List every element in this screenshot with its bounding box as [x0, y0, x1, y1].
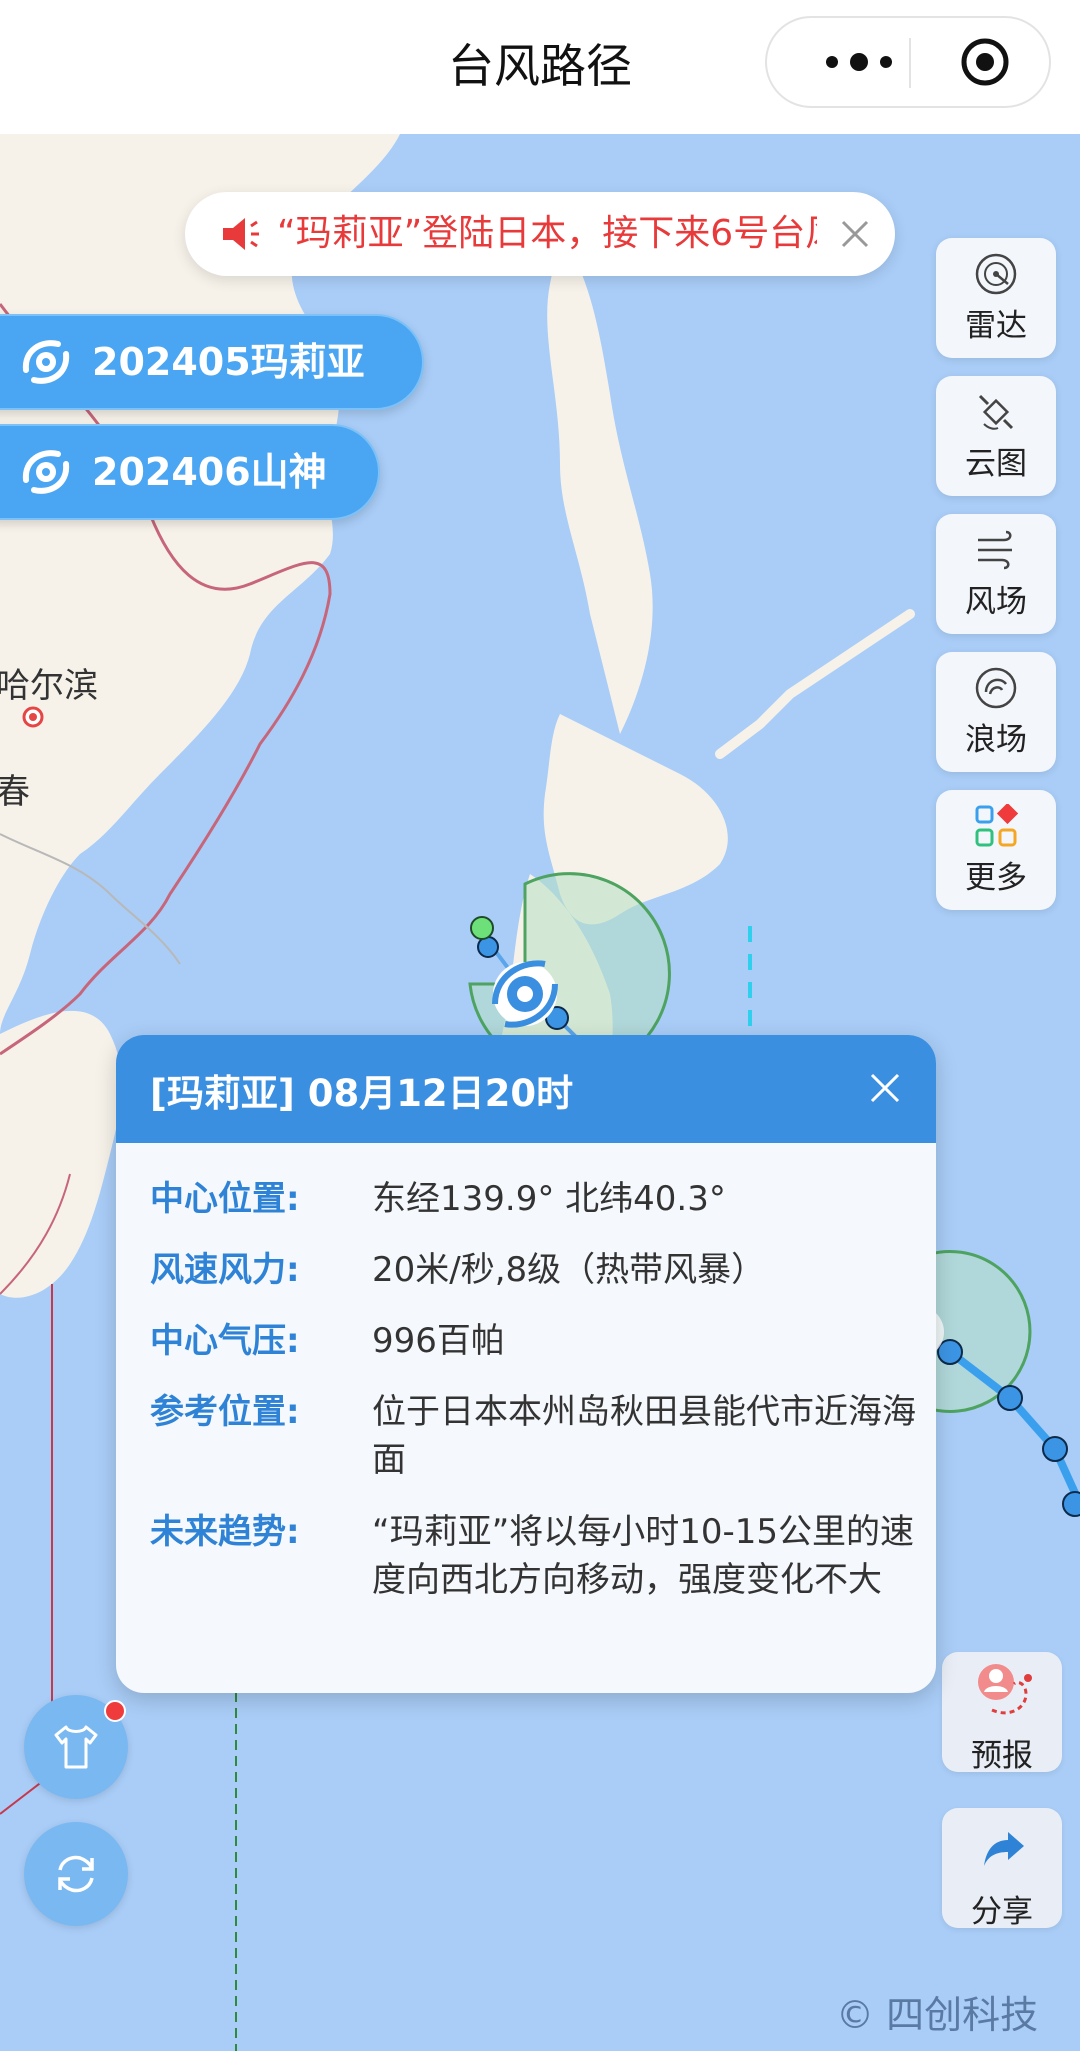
card-title: [玛莉亚] 08月12日20时: [150, 1072, 574, 1115]
tshirt-icon: [54, 1725, 98, 1769]
refresh-button[interactable]: [24, 1822, 128, 1926]
wave-icon: [975, 667, 1017, 709]
info-key: 未来趋势:: [150, 1512, 300, 1552]
typhoon-pill-shanshen[interactable]: 202406山神: [0, 424, 380, 520]
more-menu-button[interactable]: [809, 18, 909, 106]
info-value: 东经139.9° 北纬40.3°: [372, 1179, 726, 1219]
typhoon-info-card: [玛莉亚] 08月12日20时 中心位置: 东经139.9° 北纬40.3° 风…: [116, 1035, 936, 1693]
cloud-image-button[interactable]: 云图: [936, 376, 1056, 496]
radar-button[interactable]: 雷达: [936, 238, 1056, 358]
info-value: 位于日本本州岛秋田县能代市近海海面: [372, 1392, 916, 1480]
tool-label: 更多: [965, 860, 1027, 896]
card-header: [玛莉亚] 08月12日20时: [116, 1035, 936, 1143]
forecaster-icon: [978, 1664, 1032, 1715]
top-bar: 台风路径: [0, 0, 1080, 134]
dot-icon: [826, 56, 838, 68]
copyright-text: © 四创科技: [836, 1993, 1039, 2037]
refresh-icon: [58, 1855, 94, 1893]
wind-field-button[interactable]: 风场: [936, 514, 1056, 634]
typhoon-icon: [22, 450, 70, 494]
notice-close-button[interactable]: [833, 212, 877, 256]
capsule-divider: [909, 38, 911, 88]
card-close-button[interactable]: [866, 1069, 904, 1107]
share-label: 分享: [971, 1894, 1033, 1930]
dot-icon: [880, 56, 892, 68]
more-grid-icon: [975, 804, 1018, 847]
info-value: “玛莉亚”将以每小时10-15公里的速度向西北方向移动，强度变化不大: [372, 1512, 915, 1600]
forecast-button[interactable]: 预报: [942, 1652, 1062, 1774]
city-label: 春: [0, 772, 30, 812]
tool-label: 雷达: [965, 308, 1027, 344]
tool-label: 浪场: [965, 722, 1027, 758]
info-key: 中心位置:: [150, 1179, 300, 1219]
info-key: 参考位置:: [150, 1392, 300, 1432]
tool-label: 风场: [965, 584, 1027, 620]
notice-text: “玛莉亚”登陆日本，接下来6号台风“山神”: [277, 213, 817, 254]
share-button[interactable]: 分享: [942, 1808, 1062, 1930]
info-key: 中心气压:: [150, 1321, 300, 1361]
close-miniprogram-button[interactable]: [959, 36, 1011, 88]
typhoon-label: 202406山神: [92, 450, 327, 494]
notification-dot: [104, 1700, 126, 1722]
mini-program-capsule: [765, 16, 1051, 108]
share-icon: [984, 1832, 1024, 1866]
city-label: 哈尔滨: [0, 666, 98, 706]
notice-banner[interactable]: “玛莉亚”登陆日本，接下来6号台风“山神”: [185, 192, 895, 276]
info-value: 996百帕: [372, 1321, 505, 1361]
satellite-icon: [978, 394, 1014, 430]
wave-field-button[interactable]: 浪场: [936, 652, 1056, 772]
more-button[interactable]: 更多: [936, 790, 1056, 910]
notice-text-viewport: “玛莉亚”登陆日本，接下来6号台风“山神”: [277, 210, 817, 258]
info-key: 风速风力:: [150, 1250, 300, 1290]
radar-icon: [975, 253, 1017, 295]
speaker-icon: [223, 218, 259, 250]
tool-label: 云图: [965, 446, 1027, 482]
forecast-label: 预报: [971, 1738, 1033, 1774]
dot-icon: [850, 53, 868, 71]
info-value: 20米/秒,8级（热带风暴）: [372, 1250, 766, 1290]
typhoon-label: 202405玛莉亚: [92, 340, 365, 384]
wind-icon: [978, 530, 1012, 570]
typhoon-icon: [22, 340, 70, 384]
typhoon-pill-maria[interactable]: 202405玛莉亚: [0, 314, 424, 410]
